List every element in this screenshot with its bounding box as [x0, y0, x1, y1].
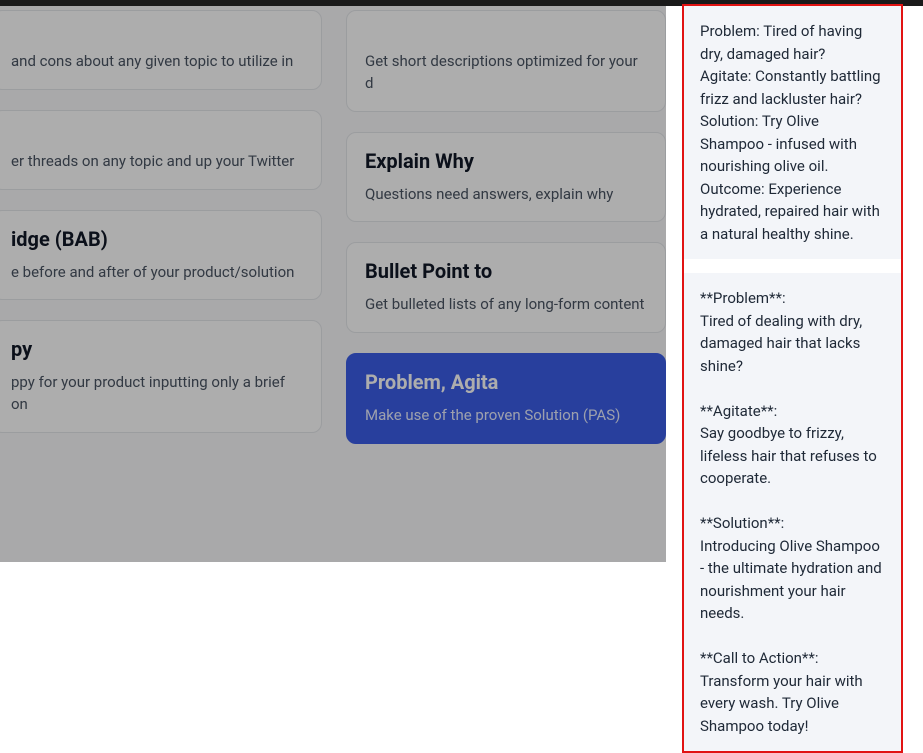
output-highlight-box: Problem: Tired of having dry, damaged ha… — [682, 4, 903, 753]
template-card-title: Bullet Point to — [365, 259, 647, 284]
output-message-divider — [684, 259, 901, 273]
template-card-copy[interactable]: py ppy for your product inputting only a… — [0, 320, 322, 433]
template-card-desc: Questions need answers, explain why — [365, 184, 647, 206]
template-card-bab[interactable]: idge (BAB) e before and after of your pr… — [0, 210, 322, 301]
template-card-title: py — [11, 337, 303, 362]
template-card-desc: Make use of the proven Solution (PAS) — [365, 405, 647, 427]
template-card-desc: e before and after of your product/solut… — [11, 262, 303, 284]
main-layout: and cons about any given topic to utiliz… — [0, 6, 923, 562]
template-card-twitter-threads[interactable]: er threads on any topic and up your Twit… — [0, 110, 322, 190]
template-grid-panel: and cons about any given topic to utiliz… — [0, 6, 666, 562]
output-panel: Problem: Tired of having dry, damaged ha… — [666, 6, 923, 562]
template-card-bullet-point[interactable]: Bullet Point to Get bulleted lists of an… — [346, 242, 666, 333]
template-card-pas-selected[interactable]: Problem, Agita Make use of the proven So… — [346, 353, 666, 444]
template-card-short-descriptions[interactable]: Get short descriptions optimized for you… — [346, 10, 666, 112]
template-card-pros-cons[interactable]: and cons about any given topic to utiliz… — [0, 10, 322, 90]
template-card-desc: Get short descriptions optimized for you… — [365, 51, 647, 95]
template-card-title: idge (BAB) — [11, 227, 303, 252]
output-message-2[interactable]: **Problem**: Tired of dealing with dry, … — [684, 273, 901, 751]
output-message-1[interactable]: Problem: Tired of having dry, damaged ha… — [684, 6, 901, 259]
template-card-title: Problem, Agita — [365, 370, 647, 395]
template-card-title: Explain Why — [365, 149, 647, 174]
template-card-desc: Get bulleted lists of any long-form cont… — [365, 294, 647, 316]
template-card-desc: and cons about any given topic to utiliz… — [11, 51, 303, 73]
template-card-desc: er threads on any topic and up your Twit… — [11, 151, 303, 173]
template-card-explain-why[interactable]: Explain Why Questions need answers, expl… — [346, 132, 666, 223]
template-card-desc: ppy for your product inputting only a br… — [11, 372, 303, 416]
